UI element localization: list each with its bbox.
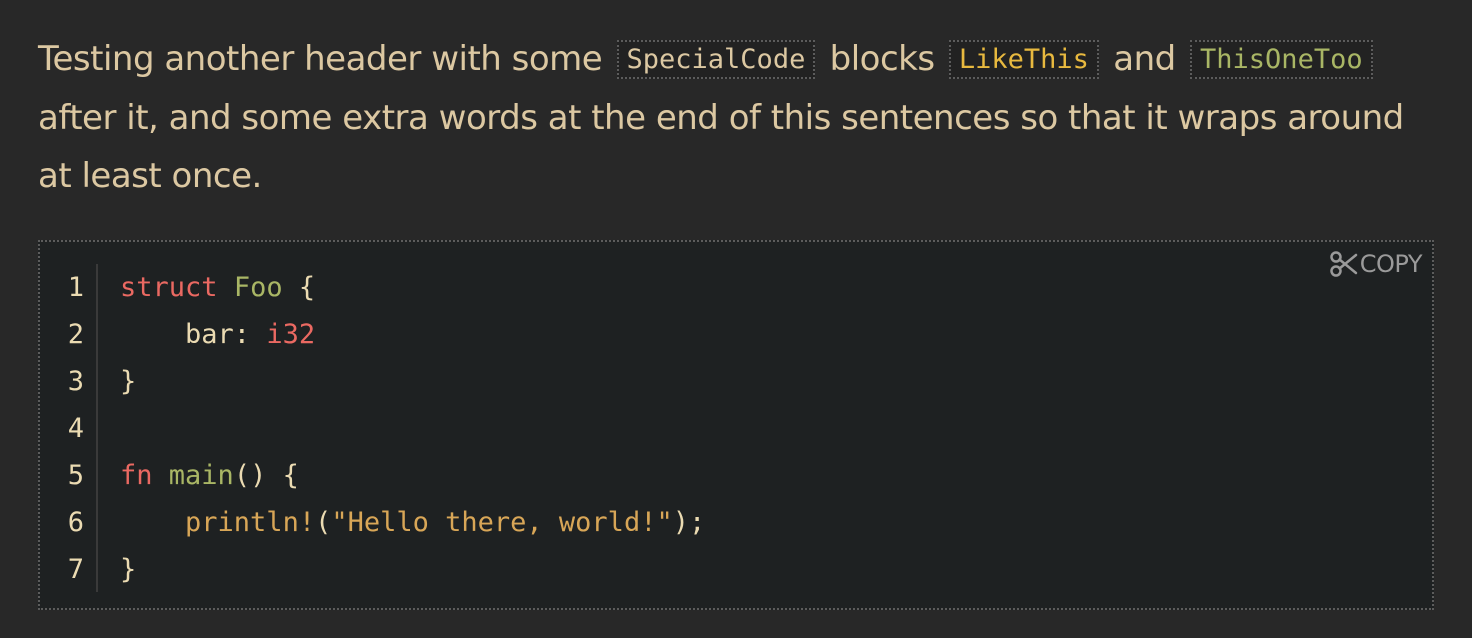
paragraph: Testing another header with some Special…: [38, 30, 1438, 205]
code-lines: struct Foo { bar: i32} fn main() { printl…: [120, 264, 705, 593]
inline-code-specialcode: SpecialCode: [616, 40, 816, 79]
line-number: 7: [67, 554, 84, 585]
paragraph-text: and: [1113, 39, 1176, 79]
line-number: 1: [67, 272, 84, 303]
code-line: }: [120, 358, 705, 405]
paragraph-text: after it, and some extra words at the en…: [38, 98, 1404, 196]
code-token: Foo: [233, 272, 283, 303]
line-number: 4: [67, 413, 84, 444]
inline-code-likethis: LikeThis: [948, 40, 1099, 79]
code-token: () {: [233, 460, 299, 491]
code-block: COPY 1 2 3 4 5 6 7 struct Foo { bar: i32} fn ma…: [38, 240, 1434, 610]
code-token: struct: [120, 272, 218, 303]
code-token: );: [672, 507, 706, 538]
code-token: println!: [185, 507, 316, 538]
code-token: "Hello there, world!": [331, 507, 673, 538]
code-line: fn main() {: [120, 452, 705, 499]
copy-label: COPY: [1359, 250, 1423, 278]
code-token: }: [120, 366, 137, 397]
inline-code-thisonetoo: ThisOneToo: [1190, 40, 1373, 79]
code-line: }: [120, 546, 705, 593]
code-token: bar:: [120, 319, 267, 350]
copy-button[interactable]: COPY: [1329, 250, 1423, 278]
line-number: 5: [67, 460, 84, 491]
line-number: 6: [67, 507, 84, 538]
code-token: i32: [266, 319, 316, 350]
code-token: }: [120, 554, 137, 585]
line-numbers: 1 2 3 4 5 6 7: [40, 264, 84, 593]
code-token: fn: [120, 460, 153, 491]
code-token: (: [315, 507, 332, 538]
code-line: bar: i32: [120, 311, 705, 358]
code-token: main: [168, 460, 234, 491]
line-number: 2: [67, 319, 84, 350]
paragraph-text: blocks: [829, 39, 935, 79]
scissors-icon: [1329, 251, 1358, 277]
paragraph-text: Testing another header with some: [38, 39, 603, 79]
line-number: 3: [67, 366, 84, 397]
code-line: struct Foo {: [120, 264, 705, 311]
code-token: {: [282, 272, 316, 303]
code-line: println!("Hello there, world!");: [120, 499, 705, 546]
